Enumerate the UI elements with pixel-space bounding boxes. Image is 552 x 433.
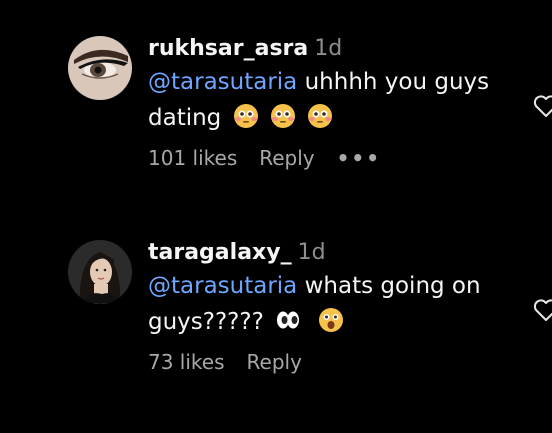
eyes-icon [277, 311, 300, 329]
flushed-face-icon [270, 104, 295, 128]
flushed-face-icon [233, 104, 258, 128]
face-with-open-mouth-icon [319, 308, 344, 332]
username[interactable]: taragalaxy_ [148, 240, 292, 265]
timestamp: 1d [297, 240, 326, 265]
comment-text-line1: whats going on [297, 273, 481, 299]
reply-button[interactable]: Reply [247, 350, 302, 374]
comment-text-line2: dating [148, 105, 222, 131]
comment-text-line2: guys????? [148, 309, 264, 335]
reply-button[interactable]: Reply [259, 146, 314, 170]
avatar[interactable] [68, 240, 132, 304]
likes-count[interactable]: 101 likes [148, 146, 237, 170]
mention-link[interactable]: @tarasutaria [148, 69, 297, 95]
avatar[interactable] [68, 36, 132, 100]
comment-text: @tarasutaria whats going on guys????? [148, 268, 518, 340]
comment-text-line1: uhhhh you guys [297, 69, 490, 95]
mention-link[interactable]: @tarasutaria [148, 273, 297, 299]
timestamp: 1d [314, 36, 343, 61]
comment-text: @tarasutaria uhhhh you guys dating [148, 64, 518, 136]
more-options-icon[interactable]: ••• [337, 146, 381, 170]
heart-icon[interactable] [532, 296, 552, 324]
username[interactable]: rukhsar_asra [148, 36, 308, 61]
flushed-face-icon [308, 104, 333, 128]
likes-count[interactable]: 73 likes [148, 350, 225, 374]
heart-icon[interactable] [532, 92, 552, 120]
